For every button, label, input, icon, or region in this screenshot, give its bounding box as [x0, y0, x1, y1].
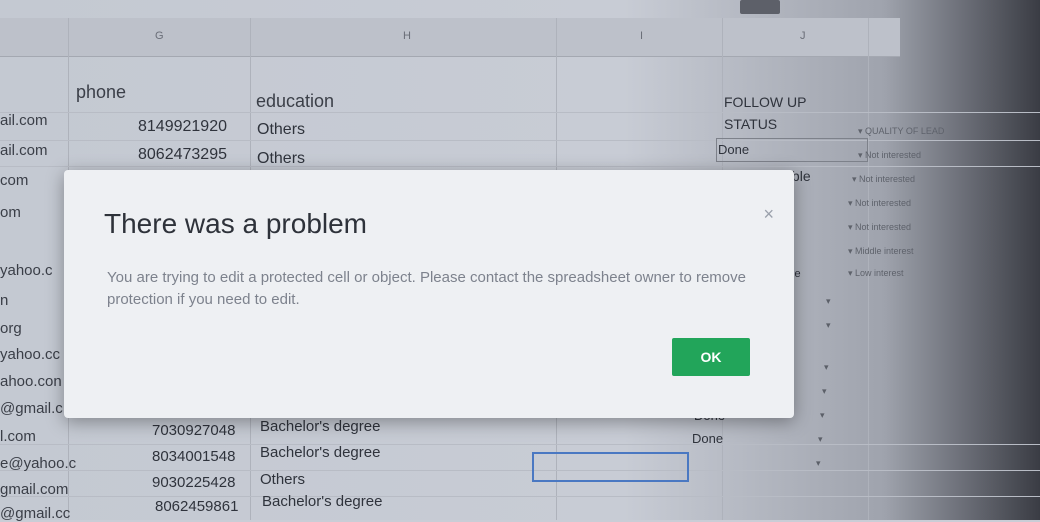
gridline	[0, 444, 1040, 445]
gridline	[0, 166, 1040, 167]
dropdown-arrow-icon[interactable]: ▾	[826, 320, 831, 331]
column-letter-j[interactable]: J	[800, 30, 806, 42]
email-cell[interactable]: l.com	[0, 428, 36, 445]
header-follow-up[interactable]: FOLLOW UP	[724, 94, 806, 110]
header-phone[interactable]: phone	[76, 82, 126, 103]
header-status[interactable]: STATUS	[724, 116, 777, 132]
email-cell[interactable]: e@yahoo.c	[0, 455, 76, 472]
phone-cell[interactable]: 8062473295	[138, 146, 227, 164]
status-cell[interactable]: Done	[692, 431, 723, 446]
education-cell[interactable]: Bachelor's degree	[262, 493, 382, 510]
dropdown-arrow-icon[interactable]: ▾	[816, 458, 821, 469]
quality-cell[interactable]: ▾ Low interest	[848, 268, 904, 279]
gridline	[0, 140, 1040, 141]
education-cell[interactable]: Bachelor's degree	[260, 444, 380, 461]
quality-cell[interactable]: ▾ Not interested	[852, 174, 915, 185]
email-cell[interactable]: org	[0, 320, 22, 337]
phone-cell[interactable]: 8034001548	[152, 448, 235, 465]
quality-cell[interactable]: ▾ Not interested	[848, 222, 911, 233]
email-cell[interactable]: ail.com	[0, 142, 48, 159]
email-cell[interactable]: gmail.com	[0, 481, 68, 498]
header-education[interactable]: education	[256, 91, 334, 112]
selected-cell[interactable]	[532, 452, 689, 482]
dropdown-arrow-icon[interactable]: ▾	[822, 386, 827, 397]
column-header-bar: G H I J	[0, 18, 900, 57]
education-cell[interactable]: Others	[257, 150, 305, 168]
email-cell[interactable]: @gmail.cc	[0, 505, 70, 522]
quality-cell[interactable]: ▾ Not interested	[848, 198, 911, 209]
education-cell[interactable]: Others	[260, 471, 305, 488]
dropdown-arrow-icon[interactable]: ▾	[826, 296, 831, 307]
email-cell[interactable]: ail.com	[0, 112, 48, 129]
email-cell[interactable]: n	[0, 292, 8, 309]
dropdown-arrow-icon[interactable]: ▾	[818, 434, 823, 445]
error-dialog: There was a problem × You are trying to …	[64, 170, 794, 418]
education-cell[interactable]: Others	[257, 121, 305, 139]
status-cell[interactable]: Done	[718, 142, 749, 157]
phone-cell[interactable]: 7030927048	[152, 422, 235, 439]
dialog-title: There was a problem	[104, 208, 368, 239]
quality-cell[interactable]: ▾ Middle interest	[848, 246, 914, 257]
gridline	[0, 470, 1040, 471]
email-cell[interactable]: @gmail.c	[0, 400, 63, 417]
email-cell[interactable]: com	[0, 172, 28, 189]
close-icon[interactable]: ×	[763, 204, 774, 225]
phone-cell[interactable]: 9030225428	[152, 474, 235, 491]
phone-cell[interactable]: 8149921920	[138, 118, 227, 136]
dropdown-arrow-icon[interactable]: ▾	[824, 362, 829, 373]
email-cell[interactable]: ahoo.con	[0, 373, 62, 390]
email-cell[interactable]: yahoo.cc	[0, 346, 60, 363]
email-cell[interactable]: yahoo.c	[0, 262, 53, 279]
column-letter-g[interactable]: G	[155, 30, 164, 42]
column-letter-h[interactable]: H	[403, 30, 411, 42]
ok-button[interactable]: OK	[672, 338, 750, 376]
toolbar-icons[interactable]	[740, 0, 780, 14]
email-cell[interactable]: om	[0, 204, 21, 221]
gridline	[0, 496, 1040, 497]
column-letter-i[interactable]: I	[640, 30, 643, 42]
dialog-message: You are trying to edit a protected cell …	[107, 269, 746, 308]
phone-cell[interactable]: 8062459861	[155, 498, 238, 515]
dropdown-arrow-icon[interactable]: ▾	[820, 410, 825, 421]
gridline	[0, 112, 1040, 113]
header-quality[interactable]: ▾ QUALITY OF LEAD	[858, 126, 944, 137]
quality-cell[interactable]: ▾ Not interested	[858, 150, 921, 161]
education-cell[interactable]: Bachelor's degree	[260, 418, 380, 435]
